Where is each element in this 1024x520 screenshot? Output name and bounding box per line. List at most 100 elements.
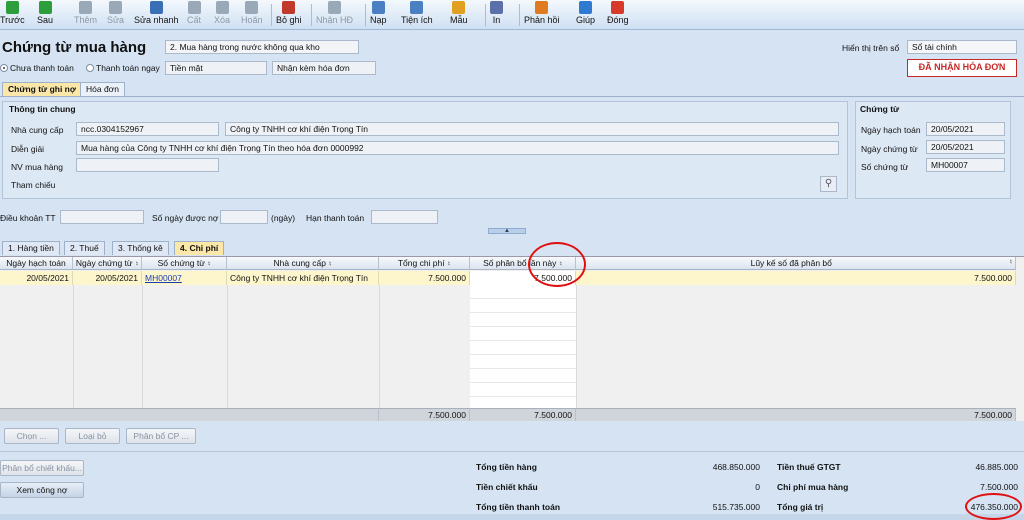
toolbar-label-14: Phản hồi [524, 15, 560, 25]
toolbar-button-4[interactable]: Sửa nhanh [134, 0, 179, 30]
payment-terms-field[interactable] [60, 210, 144, 224]
footer-allocation: 7.500.000 [470, 408, 576, 421]
choose-button[interactable]: Chọn ... [4, 428, 59, 444]
toolbar-button-12[interactable]: Mẫu [450, 0, 468, 30]
supplier-code-field[interactable]: ncc.0304152967 [76, 122, 219, 136]
toolbar-button-5[interactable]: Cất [187, 0, 201, 30]
col-posting-date[interactable]: Ngày hạch toán [0, 257, 73, 270]
toolbar-button-15[interactable]: Giúp [576, 0, 595, 30]
cell-accumulated[interactable]: 7.500.000 [576, 271, 1016, 285]
toolbar-button-3[interactable]: Sửa [107, 0, 124, 30]
toolbar-button-14[interactable]: Phản hồi [524, 0, 560, 30]
toolbar-label-7: Hoãn [241, 15, 263, 25]
editable-column-body[interactable] [470, 285, 576, 408]
toolbar-button-10[interactable]: Nạp [370, 0, 387, 30]
invoice-option-select[interactable]: Nhận kèm hóa đơn [272, 61, 376, 75]
allocate-discount-button[interactable]: Phân bổ chiết khấu... [0, 460, 84, 476]
voucher-group-title: Chứng từ [860, 104, 900, 114]
vat-label: Tiền thuế GTGT [777, 462, 841, 472]
vat-value: 46.885.000 [975, 462, 1018, 472]
toolbar-button-0[interactable]: Trước [0, 0, 25, 30]
toolbar-icon-1 [38, 1, 52, 14]
discount-value: 0 [755, 482, 760, 492]
toolbar-icon-11 [410, 1, 424, 14]
toolbar-button-9[interactable]: Nhận HĐ [316, 0, 353, 30]
display-on-book-select[interactable]: Sổ tài chính [907, 40, 1017, 54]
toolbar-icon-5 [187, 1, 201, 14]
toolbar-separator [519, 4, 520, 26]
goods-total-value: 468.850.000 [712, 462, 760, 472]
tab-debit-voucher[interactable]: Chứng từ ghi nợ [2, 82, 82, 96]
toolbar-icon-6 [215, 1, 229, 14]
toolbar-icon-9 [328, 1, 341, 14]
allocate-cost-button[interactable]: Phân bổ CP ... [126, 428, 196, 444]
remove-button[interactable]: Loại bỏ [65, 428, 120, 444]
tab-statistics[interactable]: 3. Thống kê [112, 241, 169, 255]
grid-line [73, 285, 74, 408]
days-field[interactable] [220, 210, 268, 224]
tab-divider [0, 96, 1024, 97]
toolbar-separator [485, 4, 486, 26]
toolbar-label-5: Cất [187, 15, 202, 25]
footer-total-cost: 7.500.000 [379, 408, 470, 421]
col-supplier[interactable]: Nhà cung cấp ♮ [227, 257, 379, 270]
days-label: Số ngày được nợ [152, 213, 219, 223]
toolbar-separator [311, 4, 312, 26]
toolbar-label-10: Nạp [370, 15, 387, 25]
col-voucher-no[interactable]: Số chứng từ ♮ [142, 257, 227, 270]
radio-paid-label: Thanh toán ngay [96, 63, 160, 73]
toolbar-button-8[interactable]: Bỏ ghi [276, 0, 302, 30]
toolbar-button-6[interactable]: Xóa [214, 0, 230, 30]
toolbar-icon-2 [79, 1, 92, 14]
cell-supplier[interactable]: Công ty TNHH cơ khí điện Trọng Tín [227, 271, 379, 285]
col-total-cost[interactable]: Tổng chi phí ♮ [379, 257, 470, 270]
cell-voucher-date[interactable]: 20/05/2021 [73, 271, 142, 285]
toolbar-icon-3 [109, 1, 123, 14]
description-field[interactable]: Mua hàng của Công ty TNHH cơ khí điện Tr… [76, 141, 839, 155]
toolbar: Trước Sau Thêm Sửa Sửa nhanh Cất Xóa Hoãn Bỏ ghi… [0, 0, 1024, 30]
grid-line [227, 285, 228, 408]
payment-total-value: 515.735.000 [712, 502, 760, 512]
cell-total-cost[interactable]: 7.500.000 [379, 271, 470, 285]
general-info-title: Thông tin chung [9, 104, 76, 114]
voucher-date-field[interactable]: 20/05/2021 [926, 140, 1005, 154]
voucher-no-field[interactable]: MH00007 [926, 158, 1005, 172]
toolbar-button-2[interactable]: Thêm [74, 0, 97, 30]
view-debt-button[interactable]: Xem công nợ [0, 482, 84, 498]
collapse-toggle-icon[interactable]: ▲ [488, 228, 526, 234]
search-reference-icon[interactable]: ⚲ [820, 176, 837, 192]
tab-tax[interactable]: 2. Thuế [64, 241, 105, 255]
cell-voucher-no-link[interactable]: MH00007 [142, 271, 227, 285]
supplier-name-field[interactable]: Công ty TNHH cơ khí điện Trọng Tín [225, 122, 839, 136]
tab-invoice[interactable]: Hóa đơn [80, 82, 125, 96]
toolbar-button-7[interactable]: Hoãn [241, 0, 263, 30]
toolbar-icon-0 [5, 1, 19, 14]
toolbar-button-13[interactable]: In [490, 0, 503, 30]
discount-label: Tiền chiết khấu [476, 482, 538, 492]
toolbar-button-11[interactable]: Tiện ích [401, 0, 433, 30]
toolbar-button-16[interactable]: Đóng [607, 0, 629, 30]
status-strip [0, 514, 1024, 520]
display-on-book-label: Hiển thị trên sổ [842, 43, 900, 53]
toolbar-label-8: Bỏ ghi [276, 15, 302, 25]
toolbar-label-4: Sửa nhanh [134, 15, 179, 25]
col-voucher-date[interactable]: Ngày chứng từ ♮ [73, 257, 142, 270]
tab-costs[interactable]: 4. Chi phí [174, 241, 225, 255]
radio-paid[interactable] [86, 64, 94, 72]
toolbar-icon-7 [245, 1, 259, 14]
payment-method-select[interactable]: Tiền mặt [165, 61, 267, 75]
cell-posting-date[interactable]: 20/05/2021 [0, 271, 73, 285]
buyer-field[interactable] [76, 158, 219, 172]
toolbar-separator [365, 4, 366, 26]
toolbar-button-1[interactable]: Sau [37, 0, 53, 30]
due-date-field[interactable] [371, 210, 438, 224]
posting-date-label: Ngày hạch toán [861, 125, 921, 135]
toolbar-label-15: Giúp [576, 15, 596, 25]
tab-goods[interactable]: 1. Hàng tiền [2, 241, 60, 255]
voucher-type-select[interactable]: 2. Mua hàng trong nước không qua kho [165, 40, 359, 54]
posting-date-field[interactable]: 20/05/2021 [926, 122, 1005, 136]
toolbar-icon-12 [452, 1, 466, 14]
purchase-cost-value: 7.500.000 [980, 482, 1018, 492]
col-accumulated[interactable]: Lũy kế số đã phân bổ ♮ [576, 257, 1016, 270]
radio-unpaid[interactable] [0, 64, 8, 72]
